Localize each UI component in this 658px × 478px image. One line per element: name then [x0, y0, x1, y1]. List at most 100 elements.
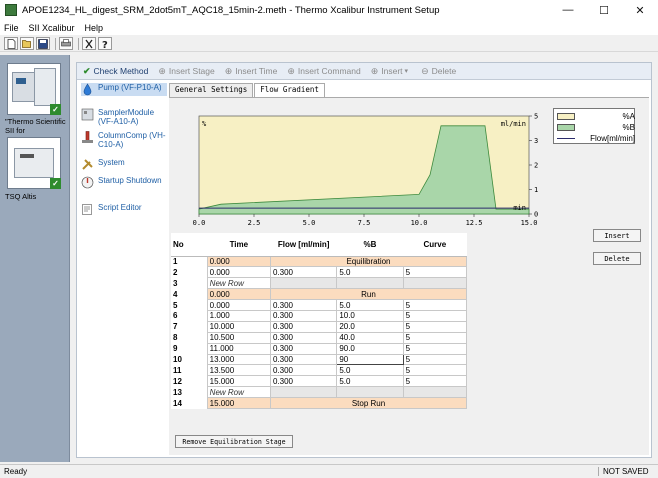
open-icon[interactable] — [20, 37, 34, 50]
save-icon[interactable] — [36, 37, 50, 50]
nav-item-column[interactable]: ColumnComp (VH-C10-A) — [81, 131, 167, 149]
time-cell[interactable]: 13.500 — [206, 364, 271, 377]
flow-cell[interactable]: 0.300 — [269, 364, 338, 377]
curve-cell[interactable]: 5 — [402, 364, 468, 377]
curve-cell[interactable]: 5 — [402, 309, 468, 322]
time-cell[interactable]: 0.000 — [206, 288, 271, 301]
time-cell[interactable]: 1.000 — [206, 309, 271, 322]
curve-cell[interactable]: 5 — [402, 375, 468, 388]
mass-spec-icon[interactable]: ✓ — [7, 137, 61, 189]
flow-cell[interactable] — [269, 386, 338, 399]
percent-b-cell[interactable]: 5.0 — [336, 375, 404, 388]
flow-cell[interactable]: 0.300 — [269, 299, 338, 311]
flow-cell[interactable]: 0.300 — [269, 342, 338, 355]
minimize-button[interactable]: — — [550, 0, 586, 20]
time-cell[interactable]: 13.000 — [206, 353, 271, 366]
legend-swatch — [557, 137, 575, 139]
table-row[interactable]: 11 13.500 0.300 5.0 5 — [171, 364, 468, 377]
curve-cell[interactable]: 5 — [402, 320, 468, 333]
menu-file[interactable]: File — [4, 23, 19, 33]
lc-stack-icon[interactable]: ✓ — [7, 63, 61, 115]
table-row[interactable]: 4 0.000 Run — [171, 288, 468, 301]
row-number: 13 — [173, 387, 182, 397]
insert-command-button[interactable]: ⊕ Insert Command — [287, 66, 360, 77]
percent-b-cell[interactable]: 90 — [336, 353, 404, 366]
table-row[interactable]: 9 11.000 0.300 90.0 5 — [171, 342, 468, 355]
table-row[interactable]: 14 15.000 Stop Run — [171, 397, 468, 409]
row-number: 2 — [173, 267, 178, 277]
maximize-button[interactable]: ☐ — [586, 0, 622, 20]
menu-help[interactable]: Help — [85, 23, 104, 33]
table-row[interactable]: 6 1.000 0.300 10.0 5 — [171, 309, 468, 322]
nav-item-script-editor[interactable]: Script Editor — [81, 203, 167, 216]
percent-b-cell[interactable] — [336, 277, 404, 290]
time-cell[interactable]: 15.000 — [206, 375, 271, 388]
percent-b-cell[interactable]: 20.0 — [336, 320, 404, 333]
percent-b-cell[interactable]: 5.0 — [336, 299, 404, 311]
tab-flow-gradient[interactable]: Flow Gradient — [254, 83, 325, 98]
table-row[interactable]: 7 10.000 0.300 20.0 5 — [171, 320, 468, 333]
table-row[interactable]: 10 13.000 0.300 90 5 — [171, 353, 468, 366]
time-cell[interactable]: 0.000 — [206, 255, 271, 268]
percent-b-cell[interactable]: 5.0 — [336, 266, 404, 279]
flow-cell[interactable]: 0.300 — [269, 266, 338, 279]
flow-cell[interactable]: 0.300 — [269, 309, 338, 322]
tab-general-settings[interactable]: General Settings — [169, 83, 254, 97]
menu-sii-xcalibur[interactable]: SII Xcalibur — [29, 23, 75, 33]
check-method-button[interactable]: ✔ Check Method — [83, 66, 148, 77]
stage-label-cell: Equilibration — [269, 255, 468, 268]
flow-cell[interactable]: 0.300 — [269, 375, 338, 388]
curve-cell[interactable]: 5 — [402, 299, 468, 311]
delete-button[interactable]: Delete — [593, 252, 641, 265]
nav-item-system[interactable]: System — [81, 158, 167, 171]
table-row[interactable]: 3 New Row — [171, 277, 468, 290]
curve-cell[interactable]: 5 — [402, 342, 468, 355]
curve-cell[interactable] — [402, 277, 468, 290]
percent-b-cell[interactable] — [336, 386, 404, 399]
chart-legend: %A %B Flow[ml/min] — [553, 108, 635, 144]
percent-b-cell[interactable]: 10.0 — [336, 309, 404, 322]
insert-stage-button[interactable]: ⊕ Insert Stage — [158, 66, 214, 77]
table-row[interactable]: 5 0.000 0.300 5.0 5 — [171, 299, 468, 311]
remove-equilibration-stage-button[interactable]: Remove Equilibration Stage — [175, 435, 293, 448]
time-cell[interactable]: 11.000 — [206, 342, 271, 355]
print-icon[interactable] — [59, 37, 73, 50]
nav-item-pump[interactable]: Pump (VF-P10-A) — [81, 83, 167, 96]
help-icon[interactable]: ? — [98, 37, 112, 50]
table-row[interactable]: 1 0.000 Equilibration — [171, 255, 468, 268]
time-cell[interactable]: 10.000 — [206, 320, 271, 333]
curve-cell[interactable]: 5 — [402, 353, 468, 366]
percent-b-cell[interactable]: 5.0 — [336, 364, 404, 377]
flow-cell[interactable] — [269, 277, 338, 290]
flow-cell[interactable]: 0.300 — [269, 353, 338, 366]
nav-item-sampler[interactable]: SamplerModule (VF-A10-A) — [81, 108, 167, 126]
time-cell[interactable]: 0.000 — [206, 266, 271, 279]
time-cell[interactable]: 10.500 — [206, 331, 271, 344]
curve-cell[interactable] — [402, 386, 468, 399]
time-cell[interactable]: New Row — [206, 277, 271, 290]
new-icon[interactable] — [4, 37, 18, 50]
table-row[interactable]: 8 10.500 0.300 40.0 5 — [171, 331, 468, 344]
insert-icon: ⊕ — [158, 65, 166, 76]
insert-time-button[interactable]: ⊕ Insert Time — [225, 66, 278, 77]
percent-b-cell[interactable]: 40.0 — [336, 331, 404, 344]
percent-b-cell[interactable]: 90.0 — [336, 342, 404, 355]
delete-command-button[interactable]: ⊖ Delete — [421, 66, 456, 77]
flow-cell[interactable]: 0.300 — [269, 320, 338, 333]
time-cell[interactable]: New Row — [206, 386, 271, 399]
insert-dropdown-button[interactable]: ⊕ Insert ▾ — [371, 66, 411, 77]
time-cell[interactable]: 15.000 — [206, 397, 271, 409]
row-number: 7 — [173, 322, 178, 332]
cut-icon[interactable] — [82, 37, 96, 50]
close-button[interactable]: ✕ — [622, 0, 658, 20]
table-row[interactable]: 2 0.000 0.300 5.0 5 — [171, 266, 468, 279]
curve-cell[interactable]: 5 — [402, 266, 468, 279]
time-cell[interactable]: 0.000 — [206, 299, 271, 311]
curve-cell[interactable]: 5 — [402, 331, 468, 344]
legend-item: Flow[ml/min] — [557, 133, 635, 143]
flow-cell[interactable]: 0.300 — [269, 331, 338, 344]
nav-item-startup-shutdown[interactable]: Startup Shutdown — [81, 176, 167, 189]
insert-button[interactable]: Insert — [593, 229, 641, 242]
table-row[interactable]: 13 New Row — [171, 386, 468, 399]
table-row[interactable]: 12 15.000 0.300 5.0 5 — [171, 375, 468, 388]
